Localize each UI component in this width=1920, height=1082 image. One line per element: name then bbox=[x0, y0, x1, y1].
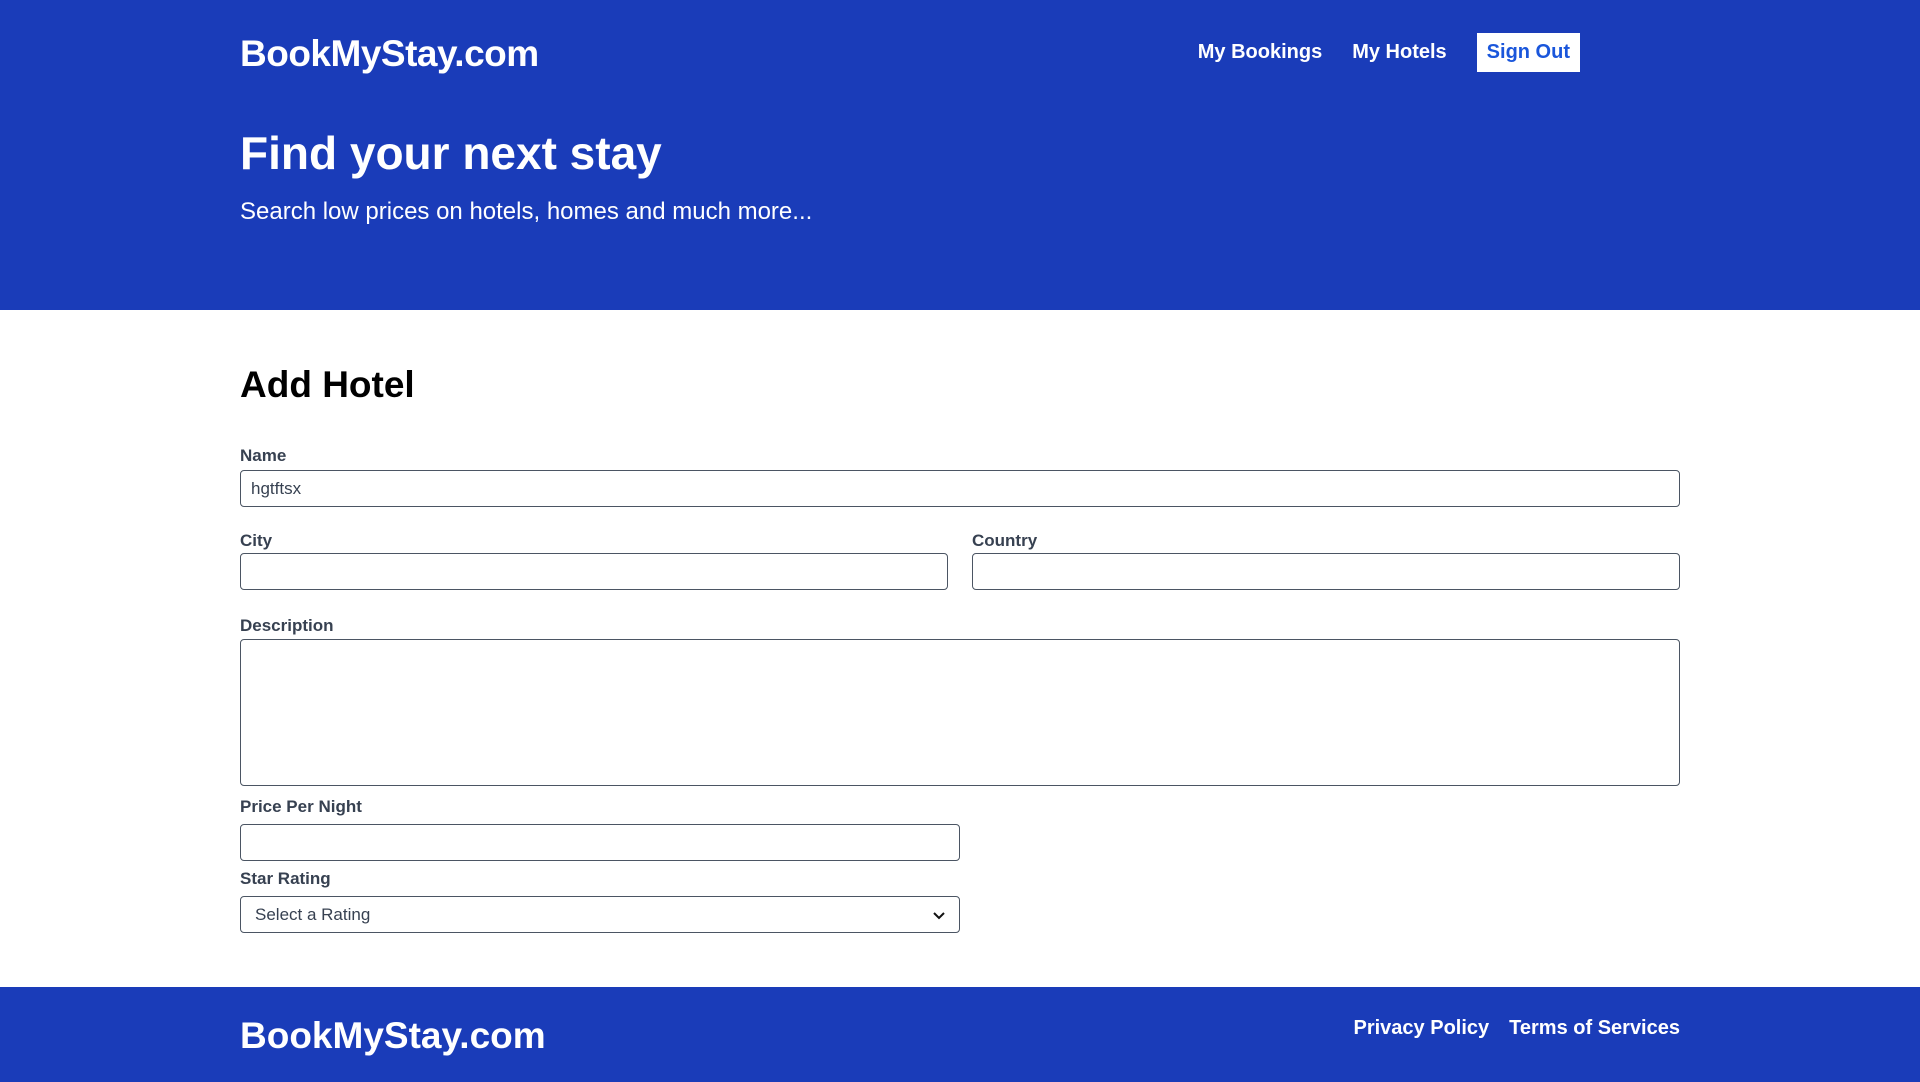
star-rating-select[interactable]: Select a Rating bbox=[240, 896, 960, 933]
footer-links: Privacy Policy Terms of Services bbox=[1354, 1017, 1681, 1040]
hero-title: Find your next stay bbox=[240, 127, 662, 179]
terms-of-services-link[interactable]: Terms of Services bbox=[1509, 1017, 1680, 1040]
nav-my-hotels[interactable]: My Hotels bbox=[1352, 41, 1446, 64]
name-label: Name bbox=[240, 446, 287, 465]
star-rating-selected: Select a Rating bbox=[255, 904, 371, 924]
country-label: Country bbox=[972, 531, 1038, 550]
site-header: BookMyStay.com My Bookings My Hotels Sig… bbox=[0, 0, 1920, 310]
price-per-night-input[interactable] bbox=[240, 824, 960, 861]
chevron-down-icon bbox=[933, 907, 945, 923]
city-label: City bbox=[240, 531, 273, 550]
header-container: BookMyStay.com My Bookings My Hotels Sig… bbox=[240, 0, 1580, 310]
description-textarea[interactable] bbox=[240, 639, 1680, 786]
site-footer: BookMyStay.com Privacy Policy Terms of S… bbox=[0, 987, 1920, 1082]
page: BookMyStay.com My Bookings My Hotels Sig… bbox=[0, 0, 1920, 1082]
star-rating-label: Star Rating bbox=[240, 869, 331, 888]
description-label: Description bbox=[240, 616, 334, 635]
city-input[interactable] bbox=[240, 553, 948, 590]
form-title: Add Hotel bbox=[240, 364, 415, 405]
hero-subtitle: Search low prices on hotels, homes and m… bbox=[240, 198, 813, 225]
name-input[interactable] bbox=[240, 470, 1680, 507]
site-logo[interactable]: BookMyStay.com bbox=[240, 33, 539, 75]
sign-out-button[interactable]: Sign Out bbox=[1476, 33, 1580, 72]
main-nav: My Bookings My Hotels Sign Out bbox=[1198, 33, 1580, 72]
footer-logo: BookMyStay.com bbox=[240, 1015, 546, 1056]
privacy-policy-link[interactable]: Privacy Policy bbox=[1354, 1017, 1490, 1040]
nav-my-bookings[interactable]: My Bookings bbox=[1198, 41, 1322, 64]
country-input[interactable] bbox=[972, 553, 1680, 590]
price-per-night-label: Price Per Night bbox=[240, 797, 362, 816]
